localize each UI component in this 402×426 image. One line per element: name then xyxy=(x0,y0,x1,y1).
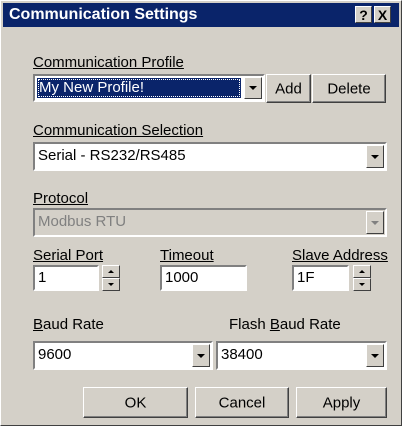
arrow-down-icon xyxy=(359,283,365,286)
add-profile-button[interactable]: Add xyxy=(266,74,311,103)
spin-up-button[interactable] xyxy=(102,265,120,278)
cancel-button-label: Cancel xyxy=(218,394,266,411)
baud-rate-dropdown-button[interactable] xyxy=(192,344,210,367)
arrow-up-icon xyxy=(108,270,114,273)
flash-baud-rate-mnemonic: B xyxy=(269,316,280,333)
arrow-down-icon xyxy=(108,283,114,286)
communication-settings-dialog: Communication Settings ? X Communication… xyxy=(0,0,402,426)
flash-baud-rate-label-text: aud Rate xyxy=(279,316,341,333)
protocol-label: Protocol xyxy=(33,190,89,207)
spin-down-button[interactable] xyxy=(102,278,120,291)
delete-profile-button[interactable]: Delete xyxy=(312,74,386,103)
baud-rate-combobox[interactable]: 9600 xyxy=(33,341,213,370)
apply-button[interactable]: Apply xyxy=(296,387,387,418)
arrow-up-icon xyxy=(359,270,365,273)
selection-value: Serial - RS232/RS485 xyxy=(38,147,186,164)
profile-selection-highlight: My New Profile! xyxy=(37,78,241,98)
baud-rate-label: Baud Rate xyxy=(33,316,104,333)
baud-rate-label-text: aud Rate xyxy=(43,316,104,333)
ok-button[interactable]: OK xyxy=(83,387,188,418)
dialog-title: Communication Settings xyxy=(9,6,198,23)
profile-dropdown-button[interactable] xyxy=(244,77,262,99)
profile-value: My New Profile! xyxy=(39,79,145,96)
apply-button-label: Apply xyxy=(322,394,361,411)
timeout-label: Timeout xyxy=(160,247,214,264)
chevron-down-icon xyxy=(249,86,257,90)
slave-address-label: Slave Address xyxy=(292,247,388,264)
chevron-down-icon xyxy=(371,220,379,225)
baud-rate-mnemonic: B xyxy=(33,316,44,333)
protocol-dropdown-button xyxy=(366,211,384,234)
timeout-value: 1000 xyxy=(165,269,199,286)
slave-address-value: 1F xyxy=(297,269,315,286)
ok-button-label: OK xyxy=(124,394,147,411)
profile-combobox[interactable]: My New Profile! xyxy=(33,74,265,102)
close-button[interactable]: X xyxy=(374,6,391,23)
help-icon: ? xyxy=(359,7,368,23)
chevron-down-icon xyxy=(371,154,379,159)
help-button[interactable]: ? xyxy=(355,6,372,23)
flash-baud-rate-combobox[interactable]: 38400 xyxy=(216,341,387,370)
cancel-button[interactable]: Cancel xyxy=(195,387,289,418)
selection-dropdown-button[interactable] xyxy=(366,145,384,168)
serial-port-label: Serial Port xyxy=(33,247,104,264)
serial-port-spinner[interactable] xyxy=(102,265,120,291)
profile-label: Communication Profile xyxy=(33,54,184,71)
flash-baud-rate-value: 38400 xyxy=(221,346,263,363)
flash-baud-rate-label: Flash Baud Rate xyxy=(229,316,341,333)
timeout-input[interactable]: 1000 xyxy=(160,265,247,291)
slave-address-input[interactable]: 1F xyxy=(292,265,349,291)
title-bar[interactable]: Communication Settings ? X xyxy=(3,3,399,27)
baud-rate-value: 9600 xyxy=(38,346,72,363)
spin-up-button[interactable] xyxy=(353,265,371,278)
flash-baud-rate-dropdown-button[interactable] xyxy=(366,344,384,367)
delete-button-label: Delete xyxy=(327,80,371,97)
slave-address-spinner[interactable] xyxy=(353,265,371,291)
chevron-down-icon xyxy=(371,353,379,358)
close-icon: X xyxy=(377,7,388,23)
serial-port-input[interactable]: 1 xyxy=(33,265,99,291)
flash-baud-rate-prefix: Flash xyxy=(229,316,270,333)
spin-down-button[interactable] xyxy=(353,278,371,291)
selection-label: Communication Selection xyxy=(33,122,204,139)
serial-port-value: 1 xyxy=(38,269,47,286)
add-button-label: Add xyxy=(275,80,302,97)
selection-combobox[interactable]: Serial - RS232/RS485 xyxy=(33,142,387,171)
protocol-value: Modbus RTU xyxy=(38,213,127,230)
protocol-combobox: Modbus RTU xyxy=(33,208,387,237)
chevron-down-icon xyxy=(197,353,205,358)
